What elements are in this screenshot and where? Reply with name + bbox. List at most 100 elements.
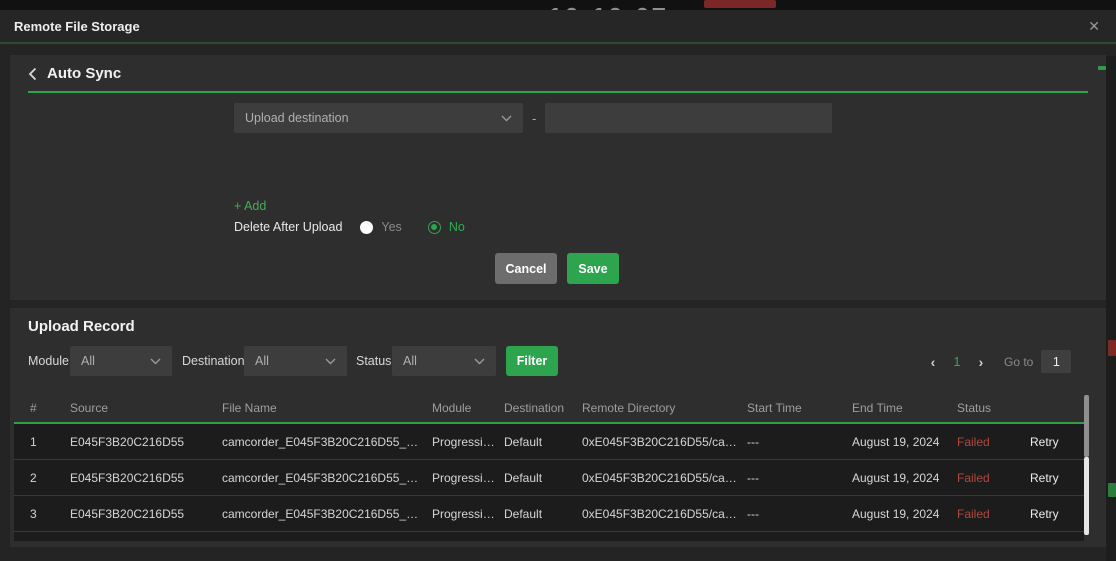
background-clock: 10:10:07	[548, 2, 668, 10]
cell-file-name: camcorder_E045F3B20C216D55_202408...	[222, 506, 432, 521]
cell-source: E045F3B20C216D55	[70, 470, 185, 485]
cell-index: 2	[30, 470, 37, 485]
pagination: ‹ 1 › Go to	[926, 350, 1072, 373]
chevron-down-icon	[501, 111, 512, 125]
cell-destination: Default	[504, 470, 543, 485]
cell-end-time: August 19, 2024	[852, 434, 940, 449]
edge-marker-green	[1098, 66, 1106, 70]
radio-no-label: No	[448, 220, 465, 234]
cell-index: 3	[30, 506, 37, 521]
back-icon[interactable]	[28, 67, 37, 81]
close-icon[interactable]: ✕	[1088, 18, 1100, 34]
auto-sync-title: Auto Sync	[47, 65, 122, 82]
cell-end-time: August 19, 2024	[852, 506, 940, 521]
delete-after-upload-label: Delete After Upload	[234, 220, 343, 234]
cell-remote-directory: 0xE045F3B20C216D55/camcor...	[582, 506, 747, 521]
cell-module: Progressiv...	[432, 434, 498, 449]
cell-start-time: ---	[747, 470, 759, 485]
edge-marker-red	[1108, 340, 1116, 356]
col-status: Status	[957, 400, 992, 415]
table-row: 3 E045F3B20C216D55 camcorder_E045F3B20C2…	[14, 496, 1084, 532]
cell-start-time: ---	[747, 434, 759, 449]
upload-record-table: # Source File Name Module Destination Re…	[14, 393, 1084, 541]
col-start-time: Start Time	[747, 400, 802, 415]
goto-label: Go to	[1004, 354, 1034, 369]
cell-module: Progressiv...	[432, 470, 498, 485]
table-header-row: # Source File Name Module Destination Re…	[14, 393, 1084, 422]
dialog-titlebar: Remote File Storage ✕	[0, 10, 1116, 44]
col-index: #	[30, 400, 37, 415]
col-source: Source	[70, 400, 109, 415]
remote-file-storage-dialog: Remote File Storage ✕ Auto Sync Upload d…	[0, 10, 1116, 561]
table-scrollbar	[1084, 395, 1089, 535]
next-page-icon[interactable]: ›	[974, 354, 988, 370]
chevron-down-icon	[474, 354, 485, 368]
cancel-button[interactable]: Cancel	[495, 253, 557, 284]
col-remote-directory: Remote Directory	[582, 400, 676, 415]
destination-filter-select[interactable]: All	[244, 346, 347, 376]
col-destination: Destination	[504, 400, 565, 415]
sync-buttons-row: Cancel Save	[495, 253, 619, 284]
delete-after-upload-radio-group: Yes No	[360, 220, 465, 234]
radio-no[interactable]: No	[427, 220, 465, 234]
table-row: 2 E045F3B20C216D55 camcorder_E045F3B20C2…	[14, 460, 1084, 496]
sync-mapping-row: Upload destination -	[234, 103, 833, 133]
cell-remote-directory: 0xE045F3B20C216D55/camcor...	[582, 434, 747, 449]
upload-destination-select[interactable]: Upload destination	[234, 103, 523, 133]
col-file-name: File Name	[222, 400, 277, 415]
status-filter-label: Status	[356, 354, 392, 368]
cell-destination: Default	[504, 434, 543, 449]
current-page[interactable]: 1	[950, 355, 964, 369]
module-filter-select[interactable]: All	[70, 346, 172, 376]
table-scrollbar-thumb[interactable]	[1084, 457, 1089, 535]
cell-end-time: August 19, 2024	[852, 470, 940, 485]
add-mapping-link[interactable]: + Add	[234, 199, 266, 213]
delete-after-upload-row: Delete After Upload Yes No	[234, 220, 465, 234]
auto-sync-panel: Auto Sync Upload destination - + Add Del…	[10, 55, 1106, 300]
cell-source: E045F3B20C216D55	[70, 506, 185, 521]
auto-sync-header: Auto Sync	[28, 65, 121, 82]
destination-filter-value: All	[255, 354, 269, 368]
filter-button[interactable]: Filter	[506, 346, 558, 376]
background-record-badge	[704, 0, 776, 8]
retry-button[interactable]: Retry	[1030, 471, 1084, 485]
module-filter-value: All	[81, 354, 95, 368]
status-badge: Failed	[957, 434, 990, 449]
sync-value-input[interactable]	[545, 103, 833, 133]
upload-record-panel: Upload Record Module All Destination All…	[10, 308, 1106, 547]
save-button[interactable]: Save	[567, 253, 619, 284]
cell-source: E045F3B20C216D55	[70, 434, 185, 449]
status-filter-select[interactable]: All	[392, 346, 496, 376]
cell-file-name: camcorder_E045F3B20C216D55_202408...	[222, 470, 432, 485]
col-end-time: End Time	[852, 400, 903, 415]
radio-yes-label: Yes	[381, 220, 402, 234]
dialog-title: Remote File Storage	[14, 19, 140, 34]
status-badge: Failed	[957, 506, 990, 521]
cell-remote-directory: 0xE045F3B20C216D55/camcor...	[582, 470, 747, 485]
prev-page-icon[interactable]: ‹	[926, 354, 940, 370]
cell-index: 1	[30, 434, 37, 449]
chevron-down-icon	[325, 354, 336, 368]
auto-sync-underline	[28, 91, 1088, 93]
table-scrollbar-track[interactable]	[1084, 395, 1089, 457]
cell-module: Progressiv...	[432, 506, 498, 521]
radio-no-icon	[427, 220, 441, 234]
cell-file-name: camcorder_E045F3B20C216D55_202408...	[222, 434, 432, 449]
upload-destination-value: Upload destination	[245, 111, 349, 125]
col-module: Module	[432, 400, 472, 415]
radio-yes[interactable]: Yes	[360, 220, 402, 234]
retry-button[interactable]: Retry	[1030, 507, 1084, 521]
cell-start-time: ---	[747, 506, 759, 521]
destination-filter-label: Destination	[182, 354, 245, 368]
table-row-partial	[14, 532, 1084, 541]
status-filter-value: All	[403, 354, 417, 368]
radio-yes-icon	[360, 220, 374, 234]
retry-button[interactable]: Retry	[1030, 435, 1084, 449]
upload-record-title: Upload Record	[28, 318, 135, 335]
module-filter-label: Module	[28, 354, 69, 368]
edge-marker-green	[1108, 483, 1116, 497]
background-app-strip: 10:10:07	[0, 0, 1116, 10]
mapping-dash: -	[532, 110, 537, 126]
goto-page-input[interactable]	[1041, 350, 1072, 373]
table-row: 1 E045F3B20C216D55 camcorder_E045F3B20C2…	[14, 424, 1084, 460]
